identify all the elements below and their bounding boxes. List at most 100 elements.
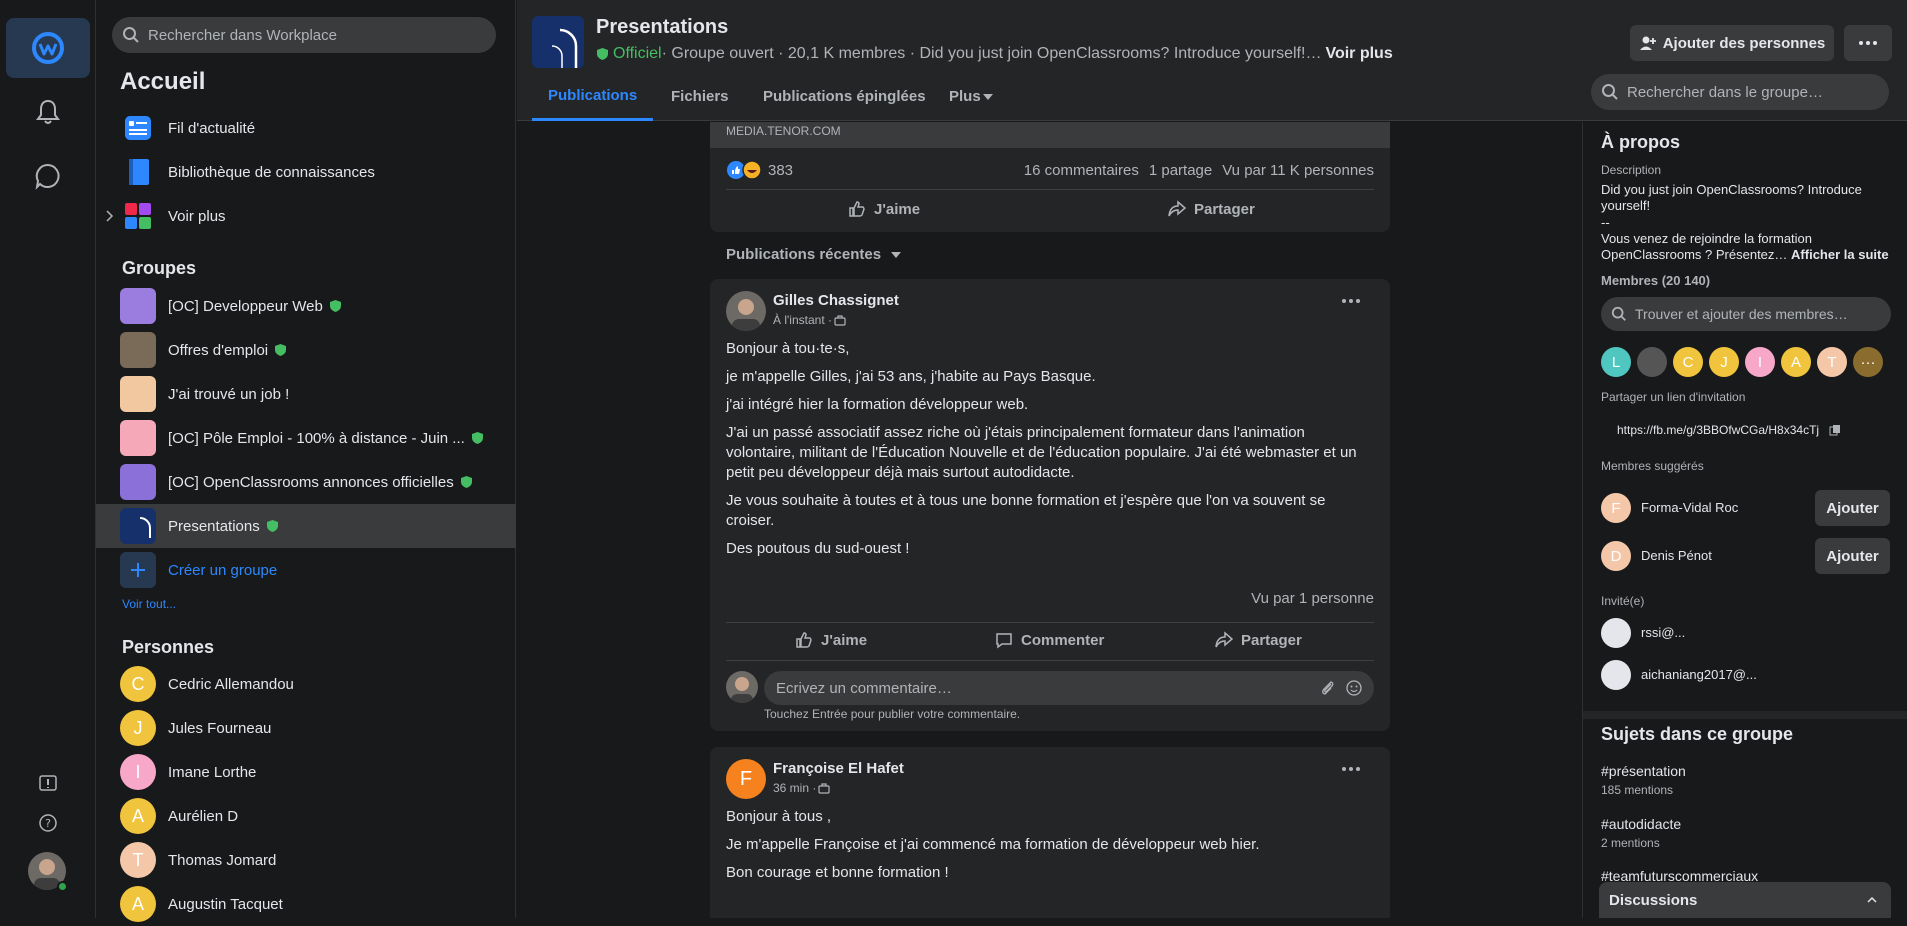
person-item[interactable]: J Jules Fourneau [96, 706, 516, 750]
comment-button[interactable]: Commenter [995, 631, 1104, 649]
group-search-input[interactable]: Rechercher dans le groupe… [1591, 74, 1889, 110]
sidebar-group-job-offers[interactable]: Offres d'emploi [96, 328, 516, 372]
tab-files[interactable]: Fichiers [655, 72, 745, 121]
more-options-button[interactable] [1844, 25, 1892, 61]
group-thumbnail [120, 464, 156, 500]
suggested-name[interactable]: Denis Pénot [1641, 548, 1712, 563]
person-item[interactable]: A Augustin Tacquet [96, 882, 516, 926]
ellipsis-icon [1342, 767, 1360, 771]
post-time-label[interactable]: 36 min · [773, 781, 816, 795]
post-time-label[interactable]: À l'instant · [773, 313, 832, 327]
like-haha-reactions-icon [727, 160, 762, 180]
svg-text:?: ? [45, 817, 51, 830]
add-people-button[interactable]: Ajouter des personnes [1630, 25, 1834, 61]
create-group-button[interactable]: Créer un groupe [96, 548, 516, 592]
seen-count[interactable]: Vu par 1 personne [1251, 590, 1374, 607]
member-avatar[interactable]: J [1709, 347, 1739, 377]
workplace-search-input[interactable]: Rechercher dans Workplace [112, 17, 496, 53]
topic-tag[interactable]: #autodidacte [1601, 816, 1681, 832]
member-avatar[interactable] [1637, 347, 1667, 377]
group-header: Presentations Officiel · Groupe ouvert ·… [517, 0, 1907, 121]
chat-bubble-icon[interactable] [6, 146, 90, 206]
description-line: Did you just join OpenClassrooms? Introd… [1601, 182, 1862, 213]
show-more-link[interactable]: Afficher la suite [1791, 247, 1889, 262]
help-icon[interactable]: ? [38, 813, 58, 833]
sidebar-item-knowledge-library[interactable]: Bibliothèque de connaissances [96, 150, 516, 194]
tab-pinned[interactable]: Publications épinglées [747, 72, 942, 121]
person-item[interactable]: I Imane Lorthe [96, 750, 516, 794]
sidebar-group-presentations[interactable]: Presentations [96, 504, 516, 548]
post-options-button[interactable] [1342, 767, 1360, 771]
audience-icon [834, 314, 846, 326]
author-avatar[interactable] [726, 291, 766, 331]
sidebar-item-news-feed[interactable]: Fil d'actualité [96, 106, 516, 150]
people-heading: Personnes [122, 637, 215, 657]
add-people-label: Ajouter des personnes [1662, 34, 1826, 52]
sidebar-group-pole-emploi[interactable]: [OC] Pôle Emploi - 100% à distance - Jui… [96, 416, 516, 460]
divider [726, 189, 1374, 190]
reactions-summary[interactable]: 383 [726, 160, 793, 180]
post-time: À l'instant · [773, 313, 846, 327]
see-more-link[interactable]: Voir plus [1325, 45, 1392, 63]
workplace-logo-icon[interactable] [6, 18, 90, 78]
share-button[interactable]: Partager [1215, 631, 1302, 649]
sidebar-group-dev-web[interactable]: [OC] Developpeur Web [96, 284, 516, 328]
group-label: [OC] Pôle Emploi - 100% à distance - Jui… [168, 429, 465, 447]
post-author[interactable]: Françoise El Hafet [773, 760, 904, 777]
description-line: Vous venez de rejoindre la formation Ope… [1601, 231, 1891, 263]
suggested-avatar[interactable]: F [1601, 493, 1631, 523]
topic-tag[interactable]: #présentation [1601, 763, 1686, 779]
see-all-groups-link[interactable]: Voir tout... [122, 597, 176, 611]
feed-area: MEDIA.TENOR.COM 383 16 commentaires 1 pa… [517, 122, 1582, 918]
member-avatar[interactable]: C [1673, 347, 1703, 377]
shares-count[interactable]: 1 partage [1149, 162, 1212, 179]
person-item[interactable]: T Thomas Jomard [96, 838, 516, 882]
report-issue-icon[interactable] [38, 774, 58, 794]
tab-more[interactable]: Plus [933, 72, 1009, 121]
post-paragraph: Bonjour à tou·te·s, [726, 340, 850, 357]
members-search-input[interactable]: Trouver et ajouter des membres… [1601, 297, 1891, 331]
member-avatar[interactable]: ··· [1853, 347, 1883, 377]
like-button[interactable]: J'aime [848, 200, 920, 218]
member-avatar[interactable]: L [1601, 347, 1631, 377]
share-button[interactable]: Partager [1168, 200, 1255, 218]
person-item[interactable]: A Aurélien D [96, 794, 516, 838]
link-domain: MEDIA.TENOR.COM [726, 124, 841, 138]
commenter-avatar [726, 671, 758, 703]
divider [726, 622, 1374, 623]
author-avatar[interactable]: F [726, 759, 766, 799]
post-paragraph: Je vous souhaite à toutes et à tous une … [726, 492, 1326, 529]
left-sidebar: Rechercher dans Workplace Accueil Fil d'… [96, 0, 516, 922]
member-avatar[interactable]: T [1817, 347, 1847, 377]
add-member-button[interactable]: Ajouter [1815, 538, 1890, 574]
discussions-dock[interactable]: Discussions [1599, 882, 1891, 918]
member-avatar[interactable]: I [1745, 347, 1775, 377]
sidebar-item-see-more[interactable]: Voir plus [96, 194, 516, 238]
suggested-name[interactable]: Forma-Vidal Roc [1641, 500, 1738, 515]
suggested-avatar[interactable]: D [1601, 541, 1631, 571]
member-avatar[interactable]: A [1781, 347, 1811, 377]
groups-heading: Groupes [122, 258, 197, 278]
sidebar-group-oc-announcements[interactable]: [OC] OpenClassrooms annonces officielles [96, 460, 516, 504]
seen-count[interactable]: Vu par 11 K personnes [1222, 162, 1374, 179]
link-preview[interactable]: MEDIA.TENOR.COM [710, 122, 1390, 148]
post-stats: 16 commentaires 1 partage Vu par 11 K pe… [1024, 162, 1374, 179]
add-member-button[interactable]: Ajouter [1815, 490, 1890, 526]
tab-publications[interactable]: Publications [532, 72, 654, 121]
comments-count[interactable]: 16 commentaires [1024, 162, 1139, 179]
person-avatar: A [120, 886, 156, 922]
like-button[interactable]: J'aime [795, 631, 867, 649]
copy-icon [1829, 425, 1841, 436]
share-label: Partager [1241, 631, 1302, 649]
caret-down-icon [891, 251, 902, 258]
person-item[interactable]: C Cedric Allemandou [96, 662, 516, 706]
topic-count: 2 mentions [1601, 836, 1660, 850]
post-options-button[interactable] [1342, 299, 1360, 303]
recent-posts-sort[interactable]: Publications récentes [726, 246, 902, 263]
comment-input[interactable]: Ecrivez un commentaire… [764, 671, 1374, 705]
sidebar-group-found-job[interactable]: J'ai trouvé un job ! [96, 372, 516, 416]
post-author[interactable]: Gilles Chassignet [773, 292, 899, 309]
notifications-bell-icon[interactable] [6, 82, 90, 142]
invite-link[interactable]: https://fb.me/g/3BBOfwCGa/H8x34cTj [1617, 423, 1841, 437]
group-label: [OC] Developpeur Web [168, 297, 323, 315]
